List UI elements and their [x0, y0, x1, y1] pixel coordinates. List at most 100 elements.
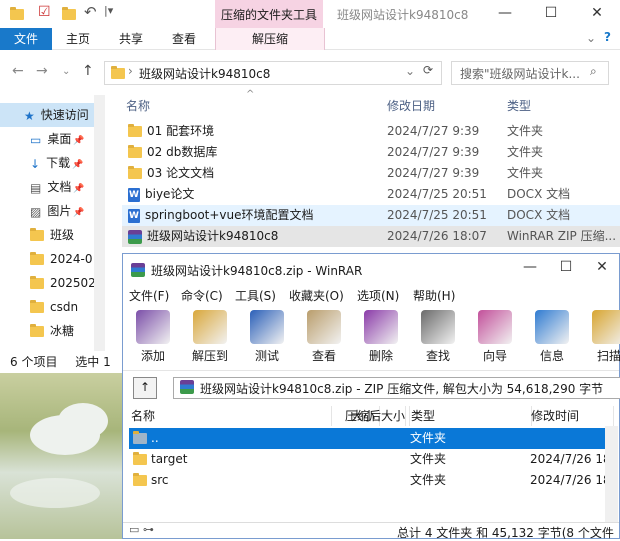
refresh-icon[interactable]: ⟳ — [423, 63, 433, 77]
undo-icon[interactable]: ↶ — [84, 3, 97, 21]
tab-home[interactable]: 主页 — [52, 28, 104, 50]
tab-view[interactable]: 查看 — [158, 28, 210, 50]
file-type: WinRAR ZIP 压缩... — [507, 229, 617, 243]
column-type[interactable]: 类型 — [405, 406, 532, 426]
winrar-toolbar: 添加 解压到 测试 查看 删除 查找 向导 信息 扫描 — [123, 306, 620, 371]
toolbar-button[interactable]: 解压到 — [188, 308, 232, 364]
file-name-cell: 01 配套环境 — [128, 121, 214, 142]
file-name-cell: Wbiye论文 — [128, 184, 194, 205]
chevron-right-icon: › — [128, 64, 133, 78]
archive-item-type: 文件夹 — [410, 452, 447, 466]
archive-path-box[interactable]: 班级网站设计k94810c8.zip - ZIP 压缩文件, 解包大小为 54,… — [173, 377, 620, 399]
winrar-menu-bar: 文件(F) 命令(C) 工具(S) 收藏夹(O) 选项(N) 帮助(H) — [123, 284, 619, 306]
archive-name-cell: target — [133, 449, 188, 470]
menu-options[interactable]: 选项(N) — [357, 287, 399, 304]
menu-tools[interactable]: 工具(S) — [235, 287, 276, 304]
ribbon-expand-icon[interactable]: ⌄ — [586, 31, 596, 45]
file-name-cell: Wspringboot+vue环境配置文档 — [128, 205, 314, 226]
docx-icon: W — [128, 208, 140, 223]
menu-commands[interactable]: 命令(C) — [181, 287, 223, 304]
up-folder-button[interactable]: ↑ — [133, 377, 157, 399]
toolbar-button[interactable]: 向导 — [473, 308, 517, 364]
file-name: 02 db数据库 — [147, 145, 218, 159]
toolbar-button[interactable]: 信息 — [530, 308, 574, 364]
column-name[interactable]: 名称 — [126, 95, 150, 117]
column-modified[interactable]: 修改时间 — [525, 406, 614, 426]
tab-extract[interactable]: 解压缩 — [215, 28, 325, 50]
menu-file[interactable]: 文件(F) — [129, 287, 169, 304]
nav-item-label: 2024-0 — [50, 252, 93, 266]
file-date: 2024/7/25 20:51 — [387, 187, 487, 201]
menu-help[interactable]: 帮助(H) — [413, 287, 455, 304]
toolbar-button[interactable]: 添加 — [131, 308, 175, 364]
nav-item[interactable]: ↓ 下载 📌 — [0, 151, 105, 175]
archive-item-modified: 2024/7/26 18 — [530, 473, 611, 487]
minimize-button[interactable]: — — [482, 0, 528, 28]
recent-locations-icon[interactable]: ⌄ — [62, 66, 70, 77]
nav-item[interactable]: ▭ 桌面 📌 — [0, 127, 105, 151]
toolbar-button[interactable]: 查看 — [302, 308, 346, 364]
wallpaper-cloud — [10, 478, 100, 508]
winrar-title: 班级网站设计k94810c8.zip - WinRAR — [151, 264, 363, 278]
column-packed[interactable]: 压缩后大小 — [335, 406, 410, 426]
nav-item[interactable]: 202502 — [0, 271, 105, 295]
archive-row[interactable]: src 文件夹 2024/7/26 18 — [129, 470, 611, 491]
file-row[interactable]: 01 配套环境 2024/7/27 9:39 文件夹 — [122, 121, 620, 142]
chevron-down-icon[interactable]: ⌄ — [405, 64, 415, 78]
desktop-wallpaper — [0, 373, 122, 539]
desktop-icon: ▭ — [30, 132, 42, 147]
nav-item[interactable]: ★ 快速访问 — [0, 103, 105, 127]
search-input[interactable]: 搜索"班级网站设计k... ⌕ — [451, 61, 609, 85]
file-date: 2024/7/25 20:51 — [387, 208, 487, 222]
nav-scrollbar[interactable] — [94, 95, 105, 351]
toolbar-button[interactable]: 测试 — [245, 308, 289, 364]
column-name[interactable]: 名称 — [125, 406, 332, 426]
nav-item-label: 202502 — [50, 276, 96, 290]
close-button[interactable]: ✕ — [574, 0, 620, 28]
tab-share[interactable]: 共享 — [105, 28, 157, 50]
help-icon[interactable]: ? — [604, 30, 611, 44]
forward-arrow-icon[interactable]: → — [36, 63, 48, 79]
nav-item[interactable]: 冰糖 — [0, 319, 105, 343]
nav-item-label: 图片 — [47, 204, 72, 218]
archive-row[interactable]: target 文件夹 2024/7/26 18 — [129, 449, 611, 470]
winrar-close-button[interactable]: ✕ — [579, 254, 620, 282]
archive-item-name: src — [151, 473, 169, 487]
nav-item[interactable]: ▨ 图片 📌 — [0, 199, 105, 223]
rar-icon — [180, 380, 194, 394]
menu-favorites[interactable]: 收藏夹(O) — [289, 287, 344, 304]
nav-item[interactable]: 2024-0 — [0, 247, 105, 271]
toolbar-button-label: 解压到 — [191, 349, 228, 363]
nav-item-label: 冰糖 — [50, 324, 75, 338]
nav-item-label: 文档 — [47, 180, 72, 194]
file-row[interactable]: 02 db数据库 2024/7/27 9:39 文件夹 — [122, 142, 620, 163]
nav-item-label: 下载 — [46, 156, 71, 170]
properties-icon[interactable]: ☑ — [38, 4, 51, 20]
archive-path: 班级网站设计k94810c8.zip - ZIP 压缩文件, 解包大小为 54,… — [200, 382, 604, 396]
file-row[interactable]: Wspringboot+vue环境配置文档 2024/7/25 20:51 DOCX… — [122, 205, 620, 226]
new-folder-icon[interactable] — [62, 7, 76, 20]
archive-row[interactable]: .. 文件夹 — [129, 428, 607, 449]
nav-item[interactable]: 班级 — [0, 223, 105, 247]
nav-item[interactable]: ▤ 文档 📌 — [0, 175, 105, 199]
winrar-scrollbar[interactable] — [605, 426, 618, 522]
add-archive-icon — [136, 310, 170, 344]
maximize-button[interactable]: ☐ — [528, 0, 574, 28]
star-icon: ★ — [24, 108, 35, 123]
toolbar-button-label: 添加 — [140, 349, 165, 363]
tab-file[interactable]: 文件 — [0, 28, 52, 50]
file-row[interactable]: 班级网站设计k94810c8 2024/7/26 18:07 WinRAR ZIP … — [122, 226, 620, 247]
file-row[interactable]: Wbiye论文 2024/7/25 20:51 DOCX 文档 — [122, 184, 620, 205]
file-row[interactable]: 03 论文文档 2024/7/27 9:39 文件夹 — [122, 163, 620, 184]
nav-item[interactable]: csdn — [0, 295, 105, 319]
back-arrow-icon[interactable]: ← — [12, 63, 24, 79]
archive-item-name: .. — [151, 431, 159, 445]
customize-toolbar-icon[interactable]: |▾ — [104, 4, 113, 17]
toolbar-button[interactable]: 扫描 — [587, 308, 620, 364]
up-arrow-icon[interactable]: ↑ — [82, 63, 94, 79]
address-box[interactable]: › 班级网站设计k94810c8 ⌄ ⟳ — [104, 61, 442, 85]
toolbar-button[interactable]: 查找 — [416, 308, 460, 364]
column-type[interactable]: 类型 — [507, 95, 531, 117]
column-date[interactable]: 修改日期 — [387, 95, 435, 117]
toolbar-button[interactable]: 删除 — [359, 308, 403, 364]
